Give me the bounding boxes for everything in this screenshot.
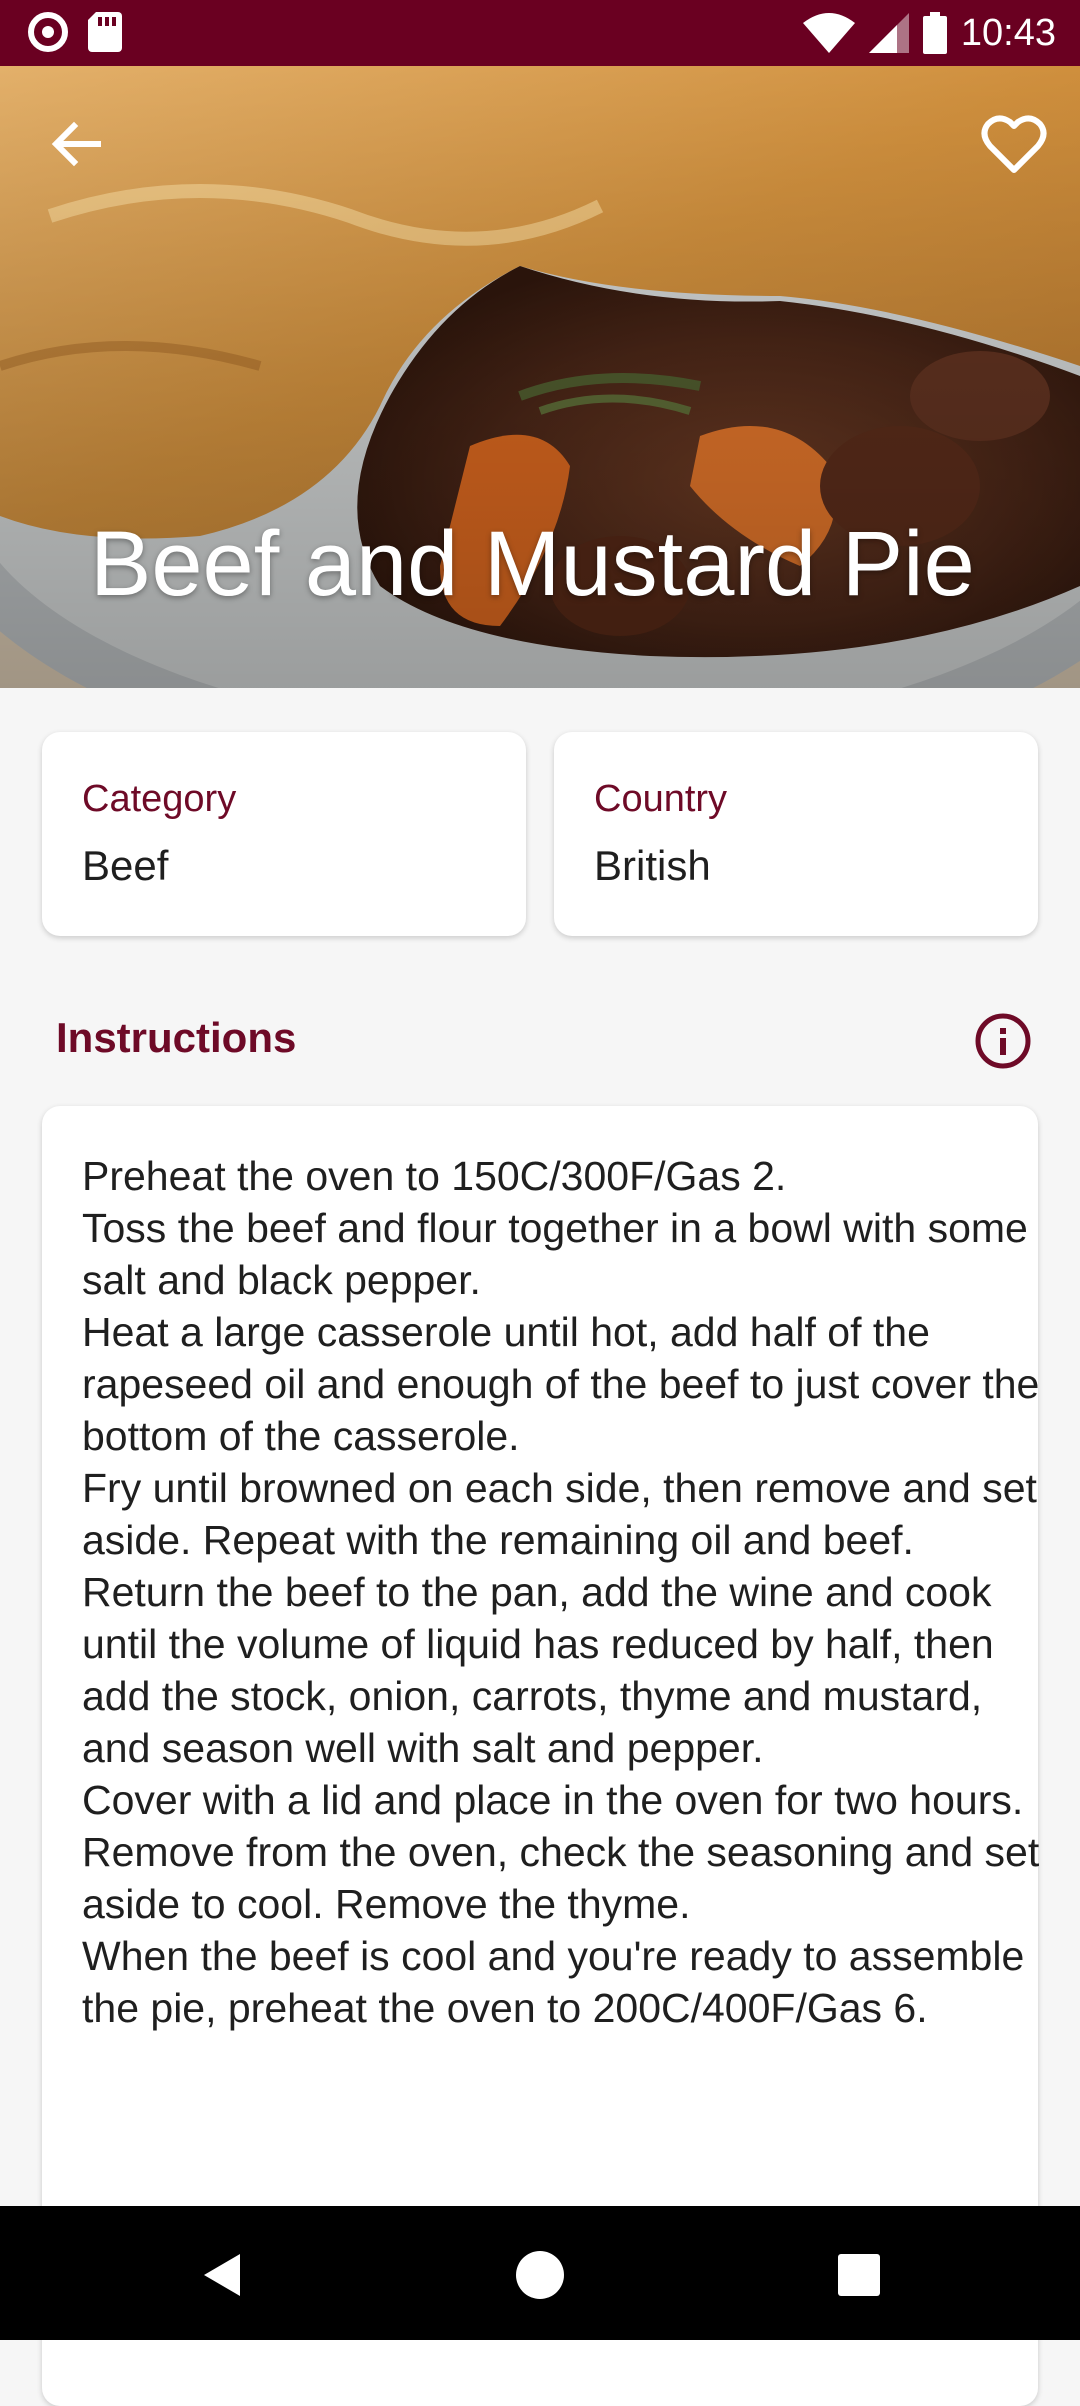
info-circle-icon <box>975 1013 1031 1069</box>
nav-back-button[interactable] <box>186 2240 256 2310</box>
info-button[interactable] <box>974 1012 1032 1070</box>
record-icon <box>28 12 68 52</box>
arrow-left-icon <box>51 121 101 167</box>
heart-outline-icon <box>981 115 1047 173</box>
instructions-text: Preheat the oven to 150C/300F/Gas 2. Tos… <box>82 1153 1040 2031</box>
nav-home-button[interactable] <box>505 2240 575 2310</box>
recipe-title: Beef and Mustard Pie <box>90 513 975 615</box>
category-label: Category <box>82 778 237 820</box>
back-triangle-icon <box>204 2254 240 2296</box>
country-value: British <box>594 842 711 889</box>
wifi-icon <box>802 13 855 53</box>
navigation-bar <box>0 2206 1080 2340</box>
country-card: Country British <box>554 732 1038 936</box>
battery-icon <box>922 12 947 54</box>
favorite-button[interactable] <box>976 106 1052 182</box>
status-left-icons <box>28 12 122 52</box>
status-bar: 10:43 <box>0 0 1080 66</box>
back-button[interactable] <box>40 106 116 182</box>
instructions-heading: Instructions <box>56 1014 297 1061</box>
category-card: Category Beef <box>42 732 526 936</box>
country-label: Country <box>594 778 728 820</box>
hero-image: Beef and Mustard Pie <box>0 66 1080 688</box>
category-value: Beef <box>82 842 169 889</box>
recents-square-icon <box>838 2254 880 2296</box>
sd-card-icon <box>88 12 122 52</box>
nav-recents-button[interactable] <box>824 2240 894 2310</box>
status-right-icons: 10:43 <box>802 10 1056 56</box>
clock: 10:43 <box>960 12 1056 54</box>
home-circle-icon <box>516 2251 564 2299</box>
cell-signal-icon <box>868 13 909 53</box>
